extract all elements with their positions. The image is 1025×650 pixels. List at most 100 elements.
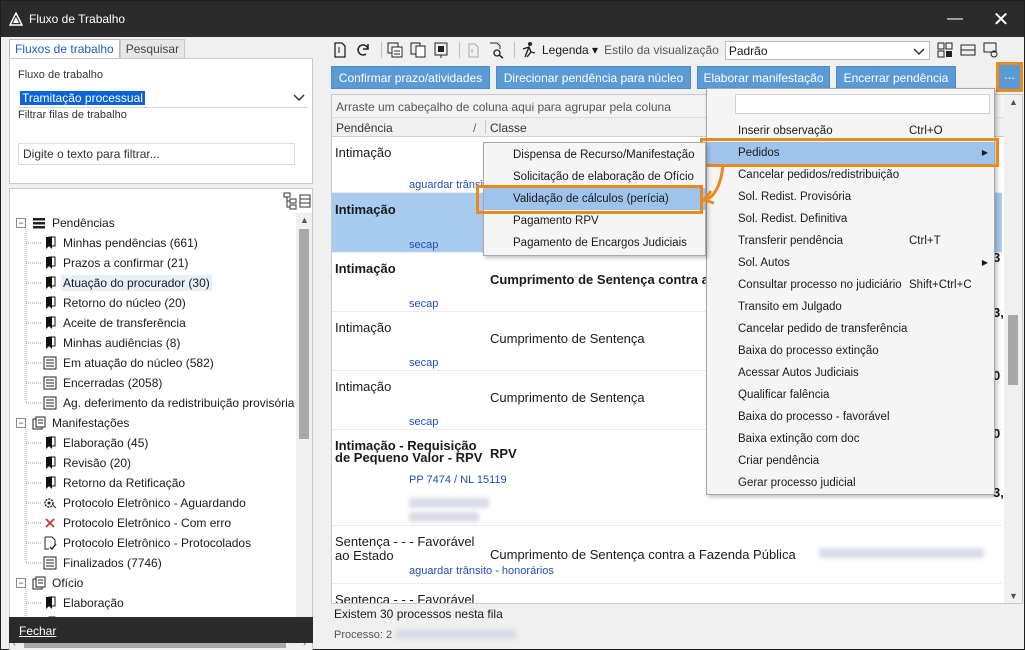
menu-item[interactable]: Baixa extinção com doc <box>707 428 994 450</box>
copy-doc-icon[interactable] <box>409 41 427 59</box>
menu-item[interactable]: Sol. Autos ▶ <box>707 252 994 274</box>
tree-vertical-scrollbar[interactable]: ▲ ▼ <box>296 213 312 643</box>
tree-item-label: Encerradas (2058) <box>63 376 163 390</box>
settings-view-icon[interactable] <box>982 41 1000 59</box>
cell-sub-link[interactable]: PP 7474 / NL 15119 <box>409 474 507 486</box>
menu-item-label: Cancelar pedido de transferência <box>738 323 908 335</box>
cell-classe: Cumprimento de Sentença contra a Fazenda… <box>490 547 796 562</box>
menu-item[interactable]: Qualificar falência <box>707 384 994 406</box>
refresh-icon[interactable] <box>354 41 372 59</box>
menu-item-label: Transferir pendência <box>738 235 844 247</box>
confirmar-prazo-button[interactable]: Confirmar prazo/atividades <box>331 66 490 89</box>
copy-grid-icon[interactable] <box>386 41 404 59</box>
close-button[interactable]: ✕ <box>978 1 1024 37</box>
cell-pendencia: Intimação <box>335 261 396 276</box>
scroll-up-arrow-icon[interactable]: ▲ <box>300 215 309 225</box>
submenu-item[interactable]: Dispensa de Recurso/Manifestação <box>484 144 705 166</box>
menu-item[interactable]: Cancelar pedido de transferência <box>707 318 994 340</box>
encerrar-pendencia-button[interactable]: Encerrar pendência <box>836 66 956 89</box>
menu-item[interactable]: Sol. Redist. Definitiva <box>707 208 994 230</box>
export-icon[interactable] <box>432 41 450 59</box>
elaborar-manifestacao-button[interactable]: Elaborar manifestação <box>697 66 830 89</box>
cell-sub-link[interactable]: secap <box>409 239 438 251</box>
menu-item[interactable]: Consultar processo no judiciário Shift+Ct… <box>707 274 994 296</box>
tree-item-label: Minhas audiências (8) <box>63 336 181 350</box>
tab-fluxos[interactable]: Fluxos de trabalho <box>9 39 120 59</box>
left-tabs: Fluxos de trabalho Pesquisar <box>9 39 186 59</box>
cell-sub-link[interactable]: secap <box>409 416 438 428</box>
tree-item[interactable]: Ag. deferimento da redistribuição provis… <box>43 393 296 413</box>
toolbar-separator <box>514 42 515 58</box>
layout-grid-icon[interactable] <box>936 41 954 59</box>
filtrar-label: Filtrar filas de trabalho <box>18 109 127 121</box>
grid-scroll-down-icon[interactable]: ▼ <box>1009 591 1018 601</box>
status-count: Existem 30 processos nesta fila <box>334 607 503 621</box>
redacted-text <box>396 629 517 639</box>
menu-item[interactable]: Transito em Julgado <box>707 296 994 318</box>
status-processo-label: Processo: 2 <box>334 629 393 641</box>
attach-disabled-icon[interactable] <box>464 41 482 59</box>
table-row[interactable]: Sentença - - - Favorável ao Estado aguarda… <box>332 526 1002 584</box>
left-pane: Fluxos de trabalho Pesquisar Fluxo de tr… <box>9 39 321 650</box>
estilo-select[interactable]: Padrão <box>724 40 930 60</box>
fluxo-label: Fluxo de trabalho <box>18 69 103 81</box>
menu-item-label: Sol. Autos <box>738 257 790 269</box>
grid-scroll-up-icon[interactable]: ▲ <box>1009 97 1018 107</box>
fechar-label: Fechar <box>19 624 57 638</box>
tree-item[interactable]: Protocolo Eletrônico - Protocolados <box>43 533 253 553</box>
menu-item[interactable]: Gerar processo judicial <box>707 472 994 494</box>
tree-item-label: Protocolo Eletrônico - Protocolados <box>63 536 252 550</box>
menu-item[interactable]: Criar pendência <box>707 450 994 472</box>
direcionar-pendencia-button[interactable]: Direcionar pendência para núcleo <box>496 66 691 89</box>
fluxo-select[interactable]: Tramitação processual <box>18 88 308 108</box>
menu-item[interactable]: Sol. Redist. Provisória <box>707 186 994 208</box>
menu-item-label: Consultar processo no judiciário <box>738 279 902 291</box>
grid-scroll-thumb[interactable] <box>1008 315 1018 385</box>
tree-item-label: Atuação do procurador (30) <box>61 275 212 291</box>
filter-input[interactable]: Digite o texto para filtrar... <box>18 143 295 165</box>
menu-item[interactable]: Baixa do processo extinção <box>707 340 994 362</box>
cell-pendencia: Sentença - - - Favorável <box>335 592 475 604</box>
tree-item-label: Protocolo Eletrônico - Com erro <box>63 516 232 530</box>
cell-pendencia: Intimação <box>335 145 392 160</box>
cell-pendencia: Intimação <box>335 320 392 335</box>
grid-vertical-scrollbar[interactable]: ▲ ▼ <box>1004 95 1022 603</box>
menu-item[interactable]: Cancelar pedidos/redistribuição <box>707 164 994 186</box>
submenu-arrow-icon: ▶ <box>981 258 988 267</box>
submenu-item-label: Pagamento de Encargos Judiciais <box>513 237 687 249</box>
toolbar: Legenda ▾ Estilo da visualização Padrão <box>331 39 1023 61</box>
tree-item[interactable]: Protocolo Eletrônico - Aguardando <box>43 493 248 513</box>
col-divider[interactable] <box>485 120 486 134</box>
cell-sub-link[interactable]: secap <box>409 357 438 369</box>
cell-sub-link[interactable]: secap <box>409 298 438 310</box>
chevron-down-icon <box>913 47 925 55</box>
tree-item[interactable]: Protocolo Eletrônico - Com erro <box>43 513 233 533</box>
tree-tools-icon[interactable] <box>280 189 313 211</box>
col-sort-indicator: / <box>473 121 477 135</box>
menu-item[interactable]: Transferir pendência Ctrl+T <box>707 230 994 252</box>
col-classe[interactable]: Classe <box>490 121 527 135</box>
layout-split-icon[interactable] <box>959 41 977 59</box>
toolbar-separator <box>381 42 382 58</box>
run-icon[interactable] <box>519 41 537 59</box>
search-doc-icon[interactable] <box>487 41 505 59</box>
menu-item[interactable]: Acessar Autos Judiciais <box>707 362 994 384</box>
cell-pendencia: Intimação <box>335 202 396 217</box>
new-doc-icon[interactable] <box>331 41 349 59</box>
col-pendencia[interactable]: Pendência <box>336 121 393 135</box>
table-row[interactable]: Sentença - - - Favorável <box>332 584 1002 604</box>
minimize-button[interactable]: — <box>932 1 978 37</box>
tree-scroll-thumb[interactable] <box>299 229 309 439</box>
more-actions-button[interactable]: ... <box>996 62 1023 92</box>
cell-classe: RPV <box>490 446 517 461</box>
submenu-item[interactable]: Pagamento de Encargos Judiciais <box>484 232 705 254</box>
menu-item[interactable]: Baixa do processo - favorável <box>707 406 994 428</box>
cell-sub-link[interactable]: aguardar trânsito - honorários <box>409 565 554 577</box>
fechar-button[interactable]: Fechar <box>9 617 313 643</box>
menu-item-label: Baixa extinção com doc <box>738 433 860 445</box>
tab-pesquisar[interactable]: Pesquisar <box>119 39 186 59</box>
submenu-item-label: Dispensa de Recurso/Manifestação <box>513 149 695 161</box>
callout-arrow-icon <box>701 164 725 205</box>
legenda-menu[interactable]: Legenda ▾ <box>542 43 598 57</box>
menu-search-input[interactable] <box>735 94 990 114</box>
